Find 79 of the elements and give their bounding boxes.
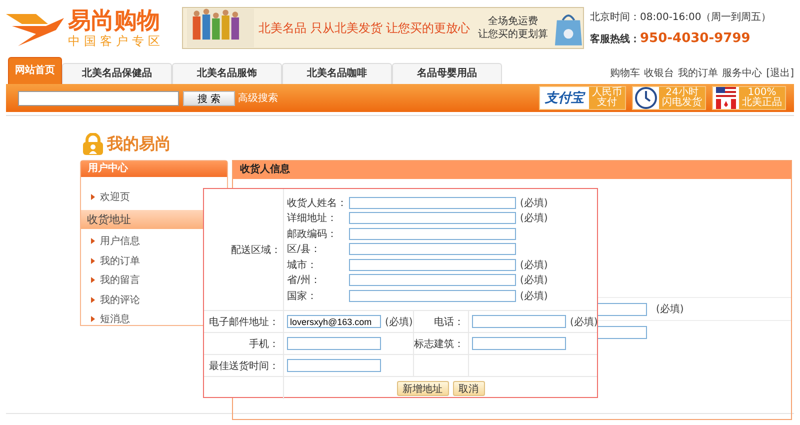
badge-text-line: 100% [748, 88, 776, 98]
bullet-icon [91, 316, 95, 322]
input-field[interactable]: loversxyh@163.com [287, 315, 381, 328]
input-field[interactable] [287, 359, 381, 372]
nav-tab[interactable]: 名品母婴用品 [392, 63, 502, 84]
nav-link[interactable]: 服务中心 [722, 68, 762, 79]
field-label: 电话： [434, 316, 464, 328]
field-label: 国家： [287, 290, 318, 303]
field-label: 详细地址： [287, 212, 338, 226]
logo-title: 易尚购物 [68, 8, 161, 34]
bullet-icon [91, 238, 95, 244]
nav-link[interactable]: 收银台 [644, 68, 674, 79]
required-note: (必填) [656, 302, 684, 316]
badge-text-line: 支付 [596, 98, 618, 108]
search-button[interactable]: 搜 索 [183, 90, 235, 106]
clock-icon [635, 87, 657, 109]
region-label: 配送区域： [204, 189, 284, 310]
input-field[interactable] [349, 196, 516, 209]
nav-link[interactable]: 我的订单 [678, 68, 718, 79]
hotline-label: 客服热线： [590, 32, 640, 46]
badge-text-line: 闪电发货 [662, 98, 702, 108]
input-field[interactable] [472, 315, 566, 328]
sidebar-item[interactable]: 我的评论 [100, 292, 140, 307]
input-field[interactable] [472, 337, 566, 350]
page-title: 我的易尚 [107, 134, 171, 154]
input-field[interactable] [349, 212, 516, 224]
field-label: 收货人姓名： [287, 196, 348, 210]
alipay-logo: 支付宝 [544, 90, 586, 107]
nav-link[interactable]: [退出] [766, 68, 794, 79]
input-field[interactable] [349, 290, 516, 302]
banner-headline: 北美名品 只从北美发货 让您买的更放心 [258, 20, 470, 36]
bullet-icon [91, 296, 95, 303]
lock-icon [82, 133, 104, 155]
field-label: 省/州： [287, 274, 322, 288]
business-hours: 北京时间：08:00-16:00（周一到周五） [590, 10, 772, 24]
input-field[interactable] [349, 274, 516, 286]
search-field[interactable] [18, 90, 179, 106]
field-label: 最佳送货时间： [209, 360, 279, 372]
required-note: (必填) [520, 212, 548, 226]
input-field[interactable] [349, 258, 516, 271]
field-label: 邮政编码： [287, 228, 338, 241]
sidebar-item[interactable]: 欢迎页 [100, 190, 130, 204]
sidebar-title: 用户中心 [81, 161, 227, 177]
field-label: 城市： [287, 258, 318, 272]
required-note: (必填) [520, 274, 548, 288]
input-field[interactable] [287, 337, 381, 350]
banner-text: 让您买的更划算 [478, 28, 548, 41]
panel-title: 收货人信息 [233, 161, 791, 179]
dialog-button[interactable]: 取消 [452, 380, 484, 396]
nav-tab[interactable]: 北美名品服饰 [172, 63, 282, 84]
required-note: (必填) [570, 316, 598, 328]
input-field[interactable] [349, 228, 516, 240]
nav-link[interactable]: 购物车 [610, 68, 640, 79]
bullet-icon [91, 258, 95, 264]
field-label: 电子邮件地址： [209, 316, 279, 328]
required-note: (必填) [520, 290, 548, 303]
field-label: 手机： [249, 338, 279, 350]
nav-tab[interactable]: 北美名品保健品 [62, 63, 172, 84]
badge-text-line: 北美正品 [742, 98, 782, 108]
sidebar-item[interactable]: 用户信息 [100, 234, 140, 248]
badge-text-line: 人民币 [592, 88, 622, 98]
nav-tab[interactable]: 北美名品咖啡 [282, 63, 392, 84]
flags-icon [715, 86, 737, 110]
badge-text-line: 24小时 [666, 88, 698, 98]
banner-text: 全场免运费 [487, 15, 540, 28]
sidebar-item[interactable]: 我的留言 [100, 273, 140, 288]
required-note: (必填) [385, 316, 413, 328]
field-label: 标志建筑： [414, 338, 464, 350]
bullet-icon [91, 194, 95, 200]
input-field[interactable] [349, 243, 516, 256]
logo-subtitle: 中国客户专区 [68, 34, 164, 48]
hotline-number: 950-4030-9799 [640, 30, 750, 46]
sidebar-item[interactable]: 我的订单 [100, 254, 140, 268]
dialog-button[interactable]: 新增地址 [396, 380, 448, 396]
required-note: (必填) [520, 258, 548, 272]
field-label: 区/县： [287, 243, 322, 256]
sidebar-item[interactable]: 短消息 [100, 312, 130, 326]
required-note: (必填) [520, 196, 548, 210]
bullet-icon [91, 277, 95, 284]
